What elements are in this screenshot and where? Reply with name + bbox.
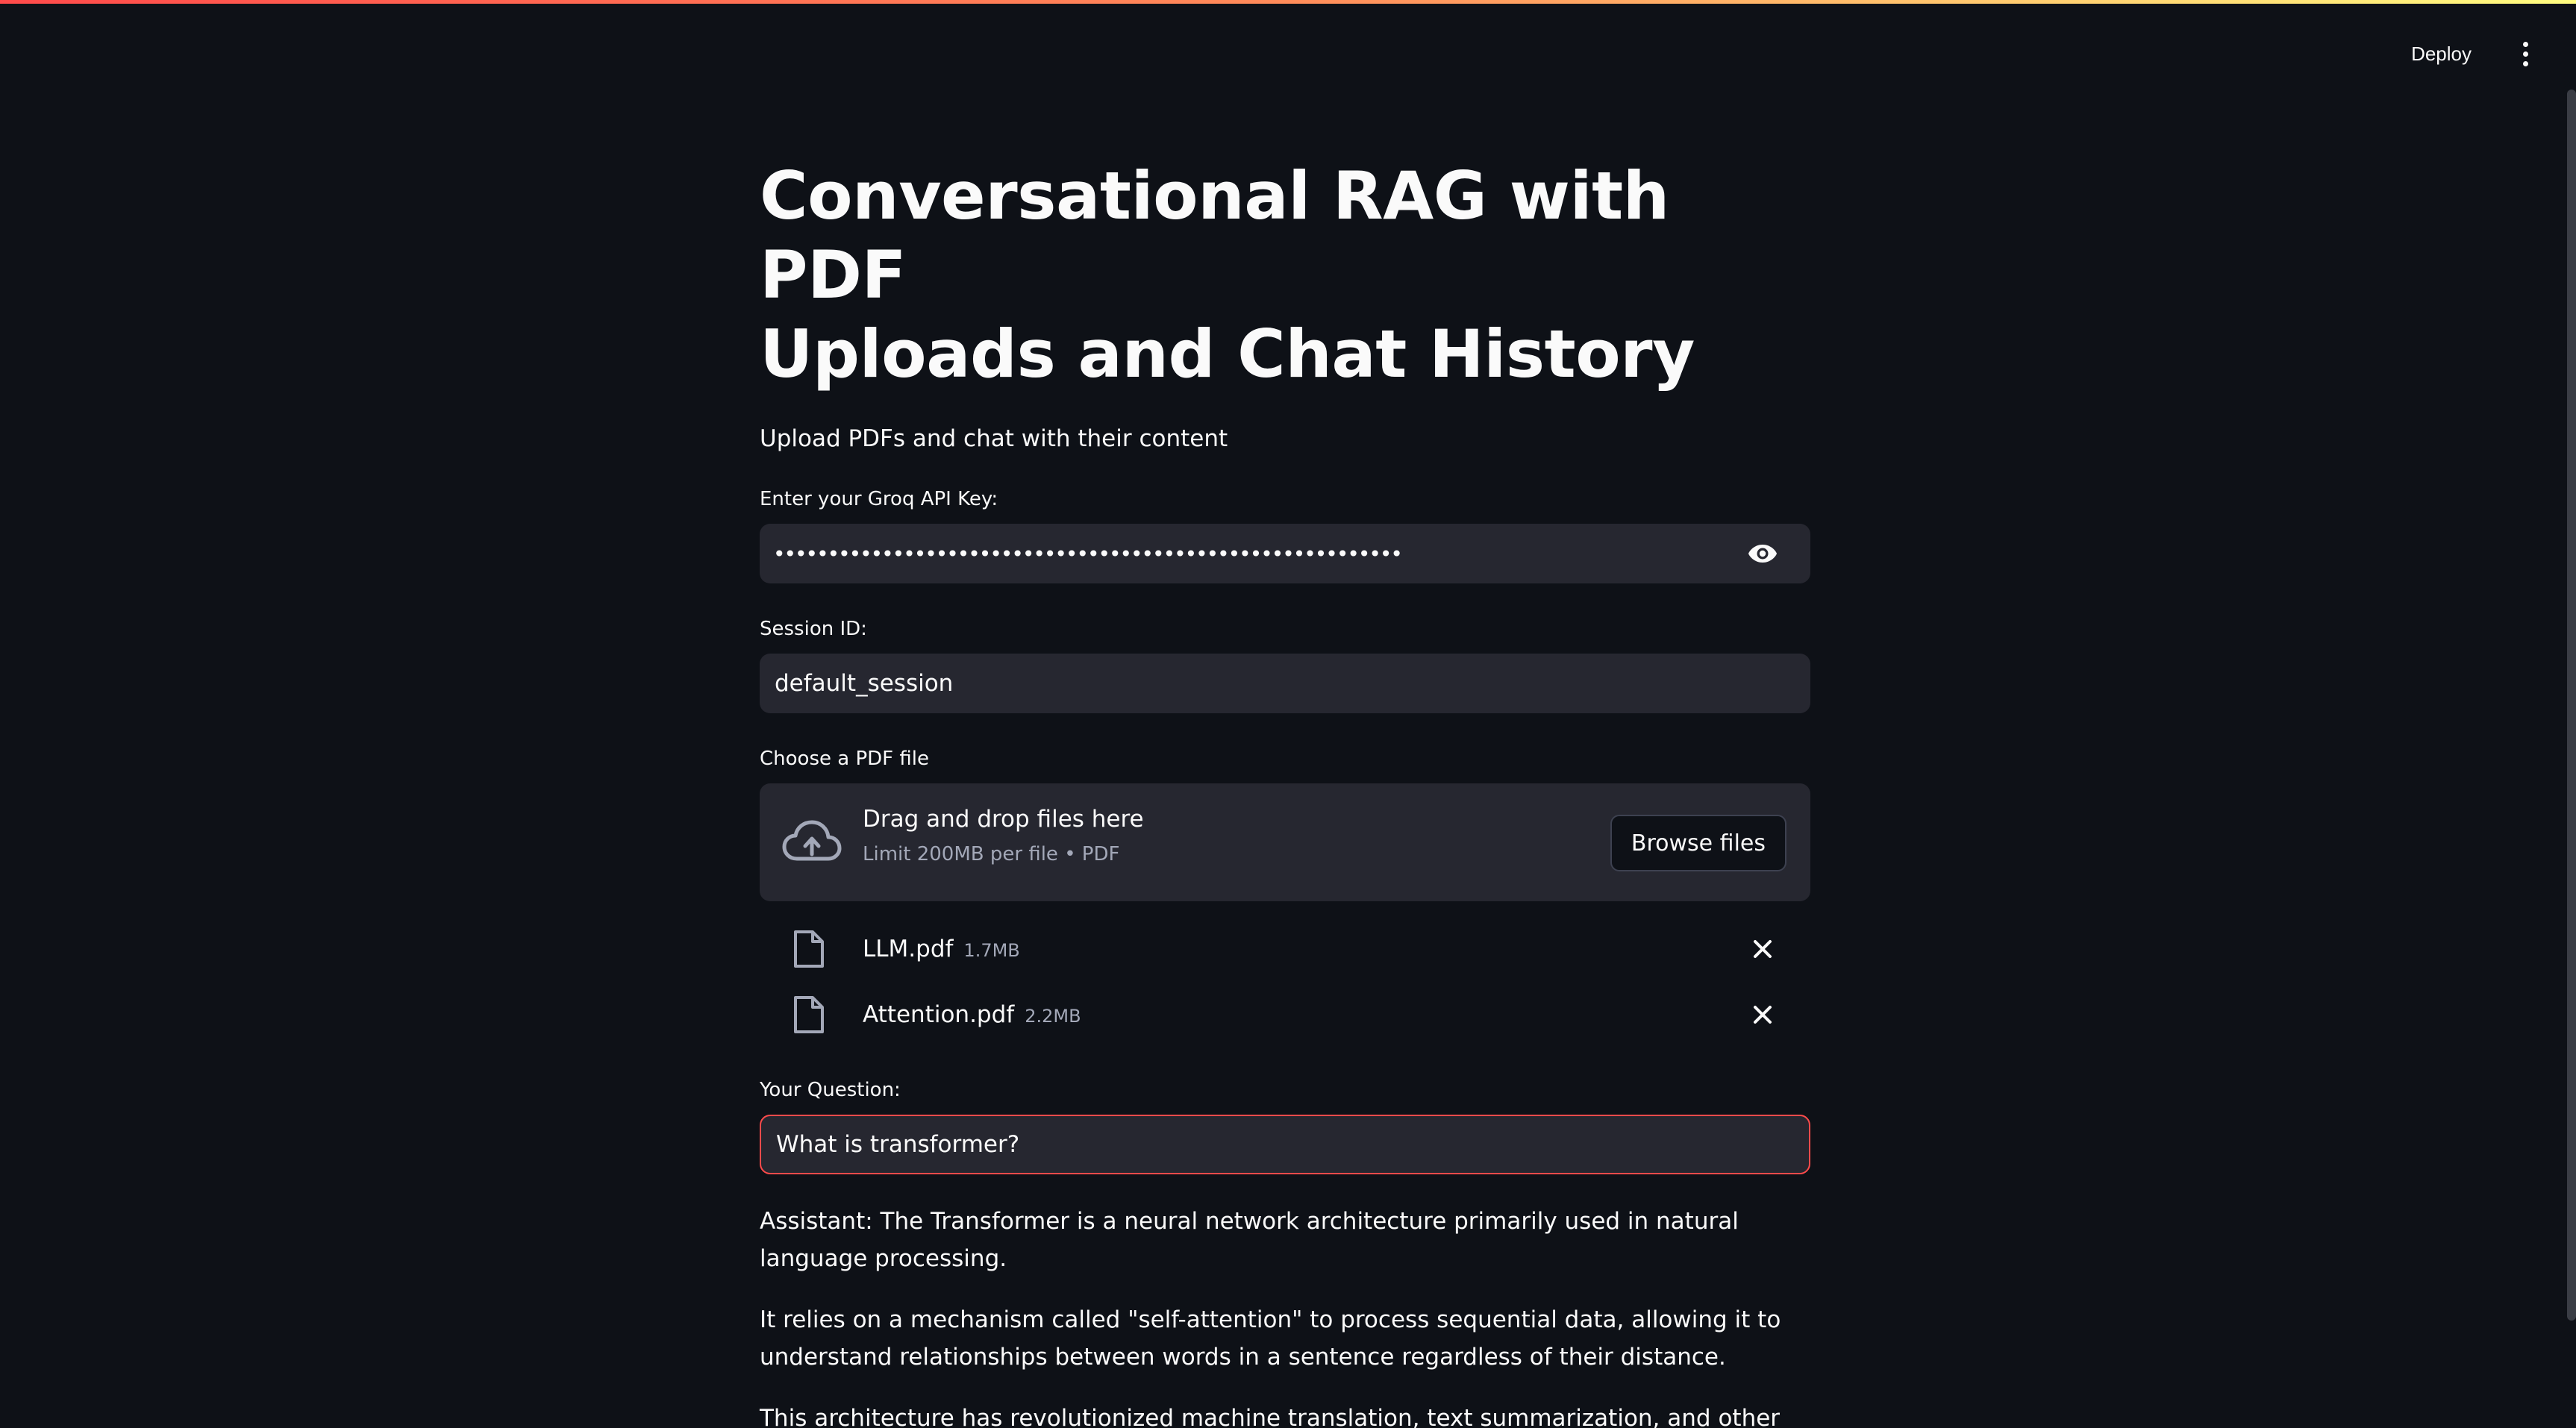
file-size: 1.7MB <box>963 940 1020 961</box>
page-title-line-2: Uploads and Chat History <box>760 316 1695 392</box>
file-dropzone[interactable]: Drag and drop files here Limit 200MB per… <box>760 783 1810 901</box>
session-id-label: Session ID: <box>760 618 867 640</box>
session-id-field[interactable] <box>760 654 1810 713</box>
answer-paragraph: It relies on a mechanism called "self-at… <box>760 1306 1781 1371</box>
api-key-masked-value: ••••••••••••••••••••••••••••••••••••••••… <box>773 541 1403 566</box>
dropzone-text: Drag and drop files here Limit 200MB per… <box>863 806 1144 865</box>
scrollbar[interactable] <box>2567 90 2576 1321</box>
page-title-line-1: Conversational RAG with PDF <box>760 157 1669 313</box>
main-content: Conversational RAG with PDF Uploads and … <box>760 157 1810 1428</box>
file-icon <box>794 996 824 1033</box>
close-icon[interactable] <box>1749 936 1776 962</box>
file-icon <box>794 930 824 968</box>
file-name: Attention.pdf 2.2MB <box>863 1001 1081 1028</box>
eye-icon[interactable] <box>1746 537 1779 570</box>
cloud-upload-icon <box>782 820 842 861</box>
close-icon[interactable] <box>1749 1001 1776 1028</box>
question-label: Your Question: <box>760 1079 901 1101</box>
dropzone-limit: Limit 200MB per file • PDF <box>863 843 1120 865</box>
browse-files-button[interactable]: Browse files <box>1610 815 1786 871</box>
page-title: Conversational RAG with PDF Uploads and … <box>760 157 1810 394</box>
uploaded-file-row: LLM.pdf 1.7MB <box>760 916 1810 982</box>
file-size: 2.2MB <box>1025 1006 1081 1027</box>
toolbar: Deploy <box>2402 33 2540 75</box>
app-window: Deploy Conversational RAG with PDF Uploa… <box>0 0 2576 1428</box>
uploaded-file-row: Attention.pdf 2.2MB <box>760 982 1810 1047</box>
top-decoration-bar <box>0 0 2576 4</box>
question-field[interactable] <box>760 1115 1810 1174</box>
question-input[interactable] <box>775 1130 1795 1159</box>
api-key-field[interactable]: ••••••••••••••••••••••••••••••••••••••••… <box>760 524 1810 583</box>
page-subtitle: Upload PDFs and chat with their content <box>760 425 1228 452</box>
dropzone-title: Drag and drop files here <box>863 806 1144 833</box>
file-uploader-label: Choose a PDF file <box>760 748 929 770</box>
api-key-label: Enter your Groq API Key: <box>760 488 998 510</box>
file-name: LLM.pdf 1.7MB <box>863 936 1020 962</box>
answer-paragraph: This architecture has revolutionized mac… <box>760 1405 1781 1428</box>
more-vertical-icon[interactable] <box>2510 33 2540 75</box>
deploy-button[interactable]: Deploy <box>2402 37 2480 72</box>
answer-paragraph: Assistant: The Transformer is a neural n… <box>760 1208 1739 1272</box>
file-name-text: Attention.pdf <box>863 1001 1015 1028</box>
file-name-text: LLM.pdf <box>863 936 954 962</box>
session-id-input[interactable] <box>773 669 1797 698</box>
